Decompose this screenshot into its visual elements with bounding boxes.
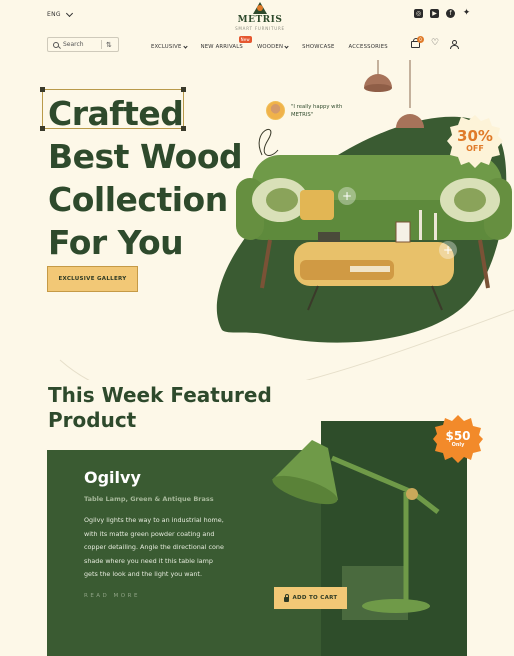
description-line: Ogilvy lights the way to an industrial h… [84,516,224,524]
header-actions: 0 ♡ [411,36,460,49]
hero-title: Crafted Best Wood Collection For You [48,92,243,264]
testimonial: "I really happy with METRIS" [266,101,342,120]
testimonial-quote: "I really happy with METRIS" [291,103,342,119]
description-line: shade where you need it this table lamp [84,556,213,565]
discount-badge: 30% OFF [447,113,503,169]
instagram-icon[interactable]: ◎ [414,9,423,18]
description-line: with its matte green powder coating and [84,529,215,538]
svg-text:+: + [443,243,453,257]
nav-label: SHOWCASE [302,44,335,50]
quote-line: "I really happy with [291,103,343,110]
quote-line: METRIS" [291,111,314,118]
facebook-icon[interactable]: f [446,9,455,18]
product-subtitle: Table Lamp, Green & Antique Brass [84,495,214,503]
nav-item-wooden[interactable]: WOODEN [256,43,289,50]
bag-icon [283,593,289,602]
hero-title-line: Best Wood [48,137,243,176]
read-more-link[interactable]: READ MORE [84,593,140,599]
new-badge: New [238,36,252,43]
twitter-icon[interactable]: ✦ [462,9,471,18]
chevron-down-icon [65,9,73,17]
add-to-cart-button[interactable]: ADD TO CART [274,587,347,609]
discount-label: OFF [466,144,484,153]
chevron-down-icon [182,43,188,49]
featured-section-title: This Week Featured Product [48,383,272,433]
exclusive-gallery-button[interactable]: EXCLUSIVE GALLERY [47,266,138,292]
section-title-line: This Week Featured [48,383,272,407]
user-icon[interactable] [450,39,460,49]
price-text: $50 Only [433,414,483,464]
hero-title-line: For You [48,223,184,262]
resize-handle[interactable] [40,87,45,92]
svg-text:+: + [342,189,352,203]
price-label: Only [451,441,465,448]
description-line: gets the look and the light you want. [84,570,202,578]
price-value: $50 [445,428,471,443]
nav-item-accessories[interactable]: ACCESSORIES [349,44,388,50]
discount-percent: 30% [457,127,493,145]
cart-count-badge: 0 [417,36,424,43]
nav-item-showcase[interactable]: SHOWCASE [302,44,334,50]
hero-title-line: Collection [48,180,228,219]
logo-mark-icon [253,2,267,14]
search-icon[interactable] [53,41,59,48]
filter-icon[interactable]: ⇅ [106,41,112,49]
heart-icon[interactable]: ♡ [431,39,439,48]
chevron-down-icon [284,43,289,49]
product-name: Ogilvy [84,468,141,487]
nav-item-exclusive[interactable]: EXCLUSIVE [151,43,188,50]
avatar [266,101,285,120]
price-badge: $50 Only [433,414,483,464]
product-description: Ogilvy lights the way to an industrial h… [84,514,259,582]
resize-handle[interactable] [40,126,45,131]
logo-tagline: SMART FURNITURE [235,26,285,31]
youtube-icon[interactable]: ▶ [430,9,439,18]
hero-title-line: Crafted [48,94,184,133]
add-to-cart-label: ADD TO CART [292,595,338,601]
social-links: ◎ ▶ f ✦ [414,9,471,18]
language-label: ENG [47,11,61,18]
nav-label: WOODEN [256,44,284,50]
nav-label: EXCLUSIVE [151,44,182,50]
search-box: ⇅ [47,37,119,52]
language-selector[interactable]: ENG [47,9,73,18]
discount-text: 30% OFF [447,113,503,169]
logo[interactable]: METRIS SMART FURNITURE [220,2,300,31]
search-input[interactable] [63,41,97,48]
divider [101,40,102,49]
main-nav: EXCLUSIVE NEW ARRIVALS New WOODEN SHOWCAS… [151,36,402,50]
logo-name: METRIS [237,15,283,25]
description-line: copper detailing. Angle the directional … [84,543,224,551]
nav-label: ACCESSORIES [348,44,388,50]
shopping-bag-icon[interactable]: 0 [411,36,424,48]
section-title-line: Product [48,408,137,432]
nav-label: NEW ARRIVALS [200,44,243,50]
nav-item-new-arrivals[interactable]: NEW ARRIVALS New [200,36,252,50]
